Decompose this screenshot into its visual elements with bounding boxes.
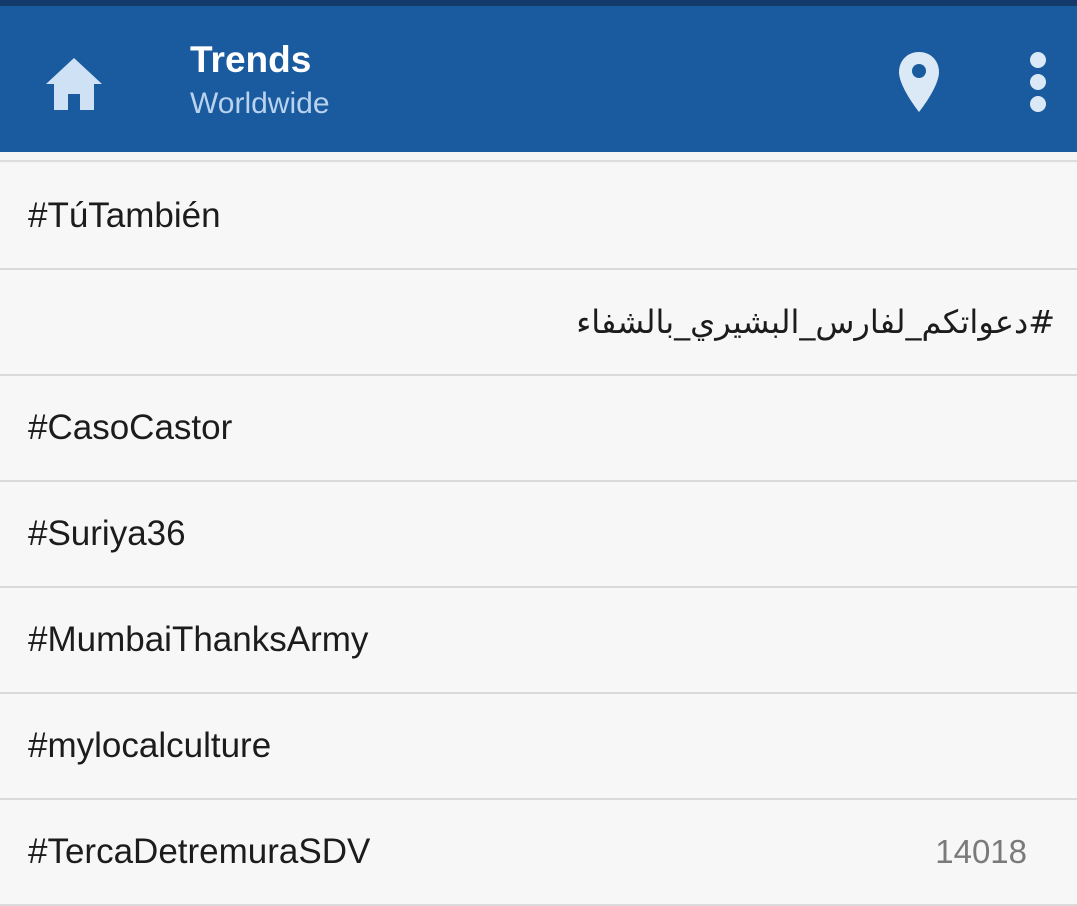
trend-tag: #mylocalculture	[28, 726, 272, 765]
trend-tag: #MumbaiThanksArmy	[28, 620, 369, 659]
trend-row[interactable]: #CasoCastor	[0, 376, 1077, 482]
trend-row[interactable]: #mylocalculture	[0, 694, 1077, 800]
trends-list: #TúTambién #دعواتكم_لفارس_البشيري_بالشفا…	[0, 164, 1077, 906]
page-subtitle: Worldwide	[190, 87, 330, 120]
trend-row[interactable]: #TúTambién	[0, 164, 1077, 270]
location-pin-icon	[899, 52, 939, 112]
trend-tag: #TercaDetremuraSDV	[28, 832, 371, 871]
trend-tag: #CasoCastor	[28, 408, 233, 447]
location-button[interactable]	[894, 46, 944, 118]
more-options-button[interactable]	[1016, 46, 1060, 118]
trend-tweet-count: 14018	[935, 833, 1027, 870]
title-block: Trends Worldwide	[190, 38, 330, 124]
trend-row[interactable]: #دعواتكم_لفارس_البشيري_بالشفاء	[0, 270, 1077, 376]
trend-row[interactable]: #Suriya36	[0, 482, 1077, 588]
trend-tag: #Suriya36	[28, 514, 186, 553]
home-button[interactable]	[40, 50, 108, 118]
trend-tag: #دعواتكم_لفارس_البشيري_بالشفاء	[576, 303, 1055, 341]
home-icon	[46, 58, 102, 110]
trend-row[interactable]: #MumbaiThanksArmy	[0, 588, 1077, 694]
app-bar: Trends Worldwide	[0, 6, 1077, 152]
page-title: Trends	[190, 39, 312, 80]
more-vertical-icon	[1030, 52, 1046, 112]
appbar-divider	[0, 152, 1077, 162]
trend-row[interactable]: #TercaDetremuraSDV 14018	[0, 800, 1077, 906]
trend-tag: #TúTambién	[28, 196, 221, 235]
